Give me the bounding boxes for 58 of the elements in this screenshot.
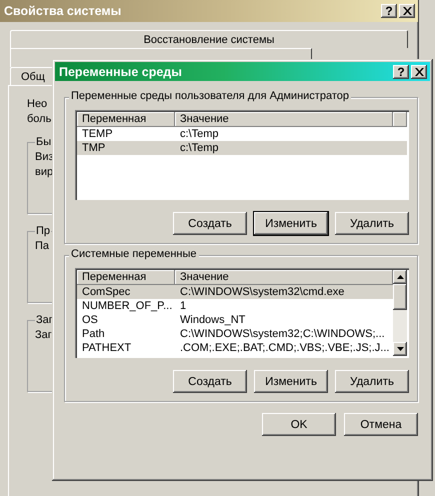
tab[interactable]: Восстановление системы [10,30,408,48]
description-text: Нео [27,98,48,110]
close-button[interactable] [411,64,427,78]
dialog-button[interactable]: OK [262,413,336,436]
close-icon [414,68,424,76]
group-title: Переменные среды пользователя для Администратор [69,90,351,102]
description-text: вир [35,166,54,178]
variable-value: c:\Temp [179,142,220,154]
dialog-button[interactable]: Изменить [254,370,328,393]
header-filler [393,112,407,127]
description-text: Па [35,240,50,252]
variable-name: Path [81,328,106,340]
description-text: боль [27,113,52,125]
variable-name: TEMP [81,128,114,140]
scroll-up-button[interactable] [393,270,407,284]
list-row[interactable]: TEMP c:\Temp [77,127,407,141]
window-title: Свойства системы [4,4,122,18]
variable-name: PATHEXT [81,342,132,354]
close-button[interactable] [399,4,415,18]
variable-value: C:\WINDOWS\system32;C:\WINDOWS;... [179,328,386,340]
variable-name: NUMBER_OF_P... [81,300,174,312]
column-header[interactable]: Значение [175,112,393,127]
help-button[interactable]: ? [381,4,397,18]
up-arrow-icon [396,275,404,279]
variable-name: OS [81,314,99,326]
dialog-button[interactable]: Отмена [344,413,418,436]
column-header[interactable]: Переменная [77,270,175,285]
list-row[interactable]: OS Windows_NT [77,313,393,327]
dialog-button[interactable]: Удалить [335,370,409,393]
dialog-button[interactable]: Изменить [254,212,328,235]
group-title: Бы [35,136,52,148]
dialog-button[interactable]: Создать [173,370,247,393]
list-row[interactable]: NUMBER_OF_P... 1 [77,299,393,313]
scroll-down-button[interactable] [393,342,407,356]
variable-value: 1 [179,300,188,312]
column-header[interactable]: Значение [175,270,393,285]
list-row[interactable]: Path C:\WINDOWS\system32;C:\WINDOWS;... [77,327,393,341]
help-button[interactable]: ? [393,64,409,78]
variable-value: .COM;.EXE;.BAT;.CMD;.VBS;.VBE;.JS;.J... [179,342,390,354]
list-row[interactable]: ComSpec C:\WINDOWS\system32\cmd.exe [77,285,393,299]
list-row[interactable]: TMP c:\Temp [77,141,407,155]
variable-name: TMP [81,142,106,154]
close-icon [402,7,412,15]
variable-name: ComSpec [81,286,132,298]
group-title: Пр [35,225,52,237]
group-title: Системные переменные [69,248,199,260]
variable-list[interactable]: Переменная Значение TEMP c:\Temp TMP c:\Temp [75,110,409,200]
variable-list[interactable]: Переменная Значение ComSpec C:\WINDOWS\system32\cmd.exe NUMBER_OF_P... 1 OS Windows_NT Path C:\WINDOWS\system32;C:\WINDOWS;... PATHEXT .COM;.EXE;.BAT;.CMD;.VBS;.VBE;.JS;.J... [75,268,409,358]
scrollbar[interactable] [393,270,407,356]
column-header[interactable]: Переменная [77,112,175,127]
variable-value: C:\WINDOWS\system32\cmd.exe [179,286,346,298]
description-text: Заг [35,329,52,341]
list-row[interactable]: PATHEXT .COM;.EXE;.BAT;.CMD;.VBS;.VBE;.JS;.J... [77,341,393,355]
down-arrow-icon [396,347,404,351]
dialog-button[interactable]: Удалить [335,212,409,235]
variable-value: Windows_NT [179,314,246,326]
variable-value: c:\Temp [179,128,220,140]
dialog-button[interactable]: Создать [173,212,247,235]
